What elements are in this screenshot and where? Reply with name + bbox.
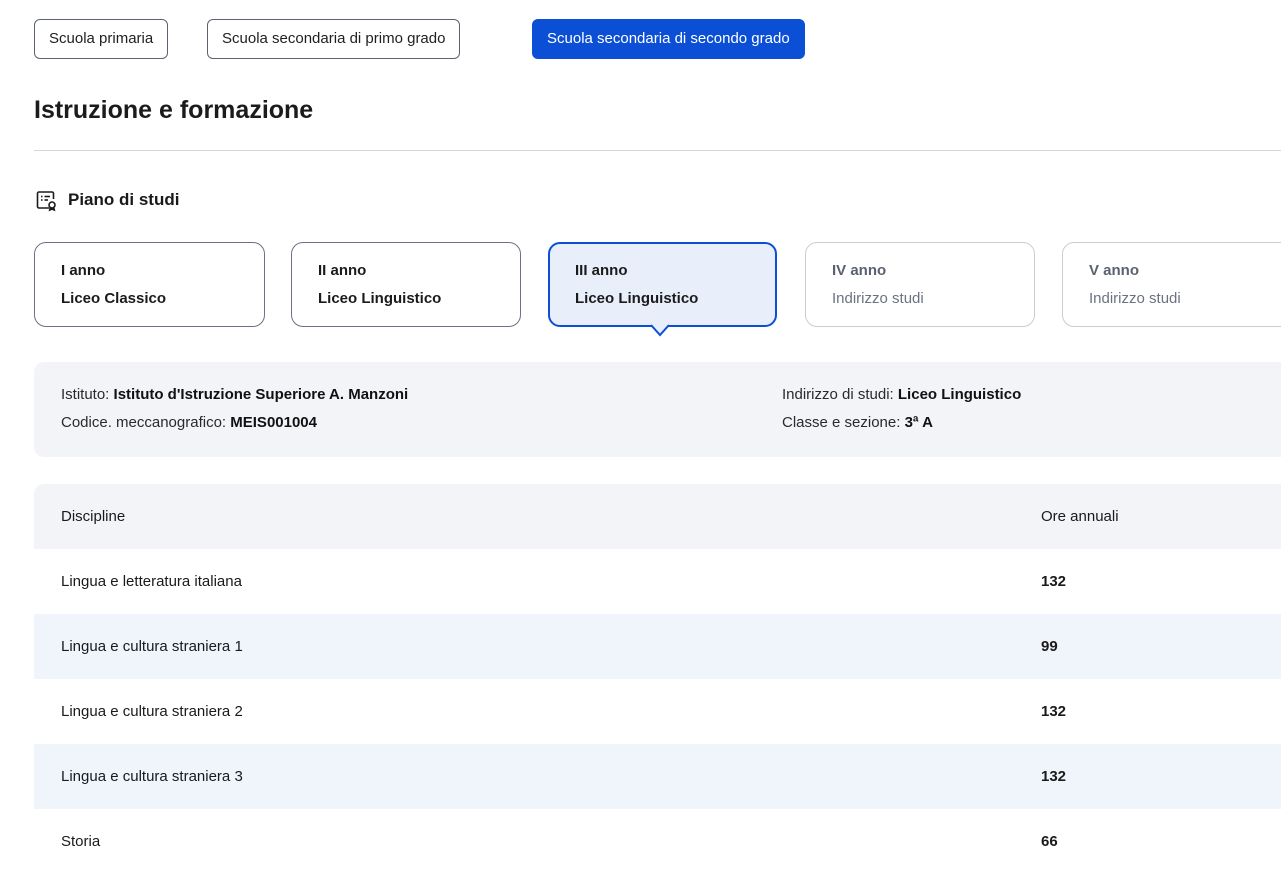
study-plan-title: Piano di studi: [68, 190, 180, 209]
divider: [34, 150, 1281, 151]
track-value: Liceo Linguistico: [897, 386, 1022, 403]
year-course: Liceo Linguistico: [318, 290, 442, 307]
subject-hours: 132: [1041, 703, 1067, 720]
subject-name: Lingua e cultura straniera 2: [61, 703, 243, 720]
table-row: Lingua e cultura straniera 2 132: [34, 679, 1281, 744]
year-label: IV anno: [832, 262, 887, 279]
filter-scuola-secondaria-primo-grado[interactable]: Scuola secondaria di primo grado: [207, 19, 461, 59]
institute-row: Istituto: Istituto d'Istruzione Superior…: [61, 386, 408, 403]
filter-scuola-secondaria-secondo-grado[interactable]: Scuola secondaria di secondo grado: [532, 19, 805, 59]
school-info-panel: Istituto: Istituto d'Istruzione Superior…: [34, 362, 1281, 457]
subject-name: Lingua e letteratura italiana: [61, 573, 242, 590]
year-card-1[interactable]: I anno Liceo Classico: [34, 242, 265, 327]
year-label: III anno: [575, 262, 628, 279]
subject-hours: 132: [1041, 768, 1067, 785]
year-label: II anno: [318, 262, 367, 279]
track-row: Indirizzo di studi: Liceo Linguistico: [782, 386, 1021, 403]
table-row: Lingua e letteratura italiana 132: [34, 549, 1281, 614]
institute-label: Istituto:: [61, 386, 110, 403]
subject-name: Storia: [61, 833, 101, 850]
year-label: I anno: [61, 262, 106, 279]
filter-scuola-primaria[interactable]: Scuola primaria: [34, 19, 169, 59]
table-header: Discipline Ore annuali: [34, 484, 1281, 549]
study-plan-heading: Piano di studi: [34, 188, 179, 212]
year-card-4[interactable]: IV anno Indirizzo studi: [805, 242, 1035, 327]
year-course: Indirizzo studi: [1089, 290, 1181, 307]
year-card-3[interactable]: III anno Liceo Linguistico: [548, 242, 777, 327]
study-plan-icon: [34, 188, 58, 212]
code-row: Codice. meccanografico: MEIS001004: [61, 414, 317, 431]
active-card-pointer: [651, 323, 669, 337]
subjects-table: Discipline Ore annuali Lingua e letterat…: [34, 484, 1281, 874]
year-card-5[interactable]: V anno Indirizzo studi: [1062, 242, 1281, 327]
subject-hours: 99: [1041, 638, 1058, 655]
subject-name: Lingua e cultura straniera 3: [61, 768, 243, 785]
subject-name: Lingua e cultura straniera 1: [61, 638, 243, 655]
subject-hours: 132: [1041, 573, 1067, 590]
table-row: Storia 66: [34, 809, 1281, 874]
table-row: Lingua e cultura straniera 1 99: [34, 614, 1281, 679]
header-hours: Ore annuali: [1041, 508, 1119, 525]
subject-hours: 66: [1041, 833, 1058, 850]
class-label: Classe e sezione:: [782, 414, 901, 431]
institute-value: Istituto d'Istruzione Superiore A. Manzo…: [113, 386, 409, 403]
table-row: Lingua e cultura straniera 3 132: [34, 744, 1281, 809]
year-card-2[interactable]: II anno Liceo Linguistico: [291, 242, 521, 327]
year-course: Indirizzo studi: [832, 290, 924, 307]
code-value: MEIS001004: [230, 414, 317, 431]
class-row: Classe e sezione: 3ª A: [782, 414, 933, 431]
code-label: Codice. meccanografico:: [61, 414, 227, 431]
year-label: V anno: [1089, 262, 1140, 279]
class-value: 3ª A: [904, 414, 933, 431]
year-course: Liceo Classico: [61, 290, 167, 307]
year-course: Liceo Linguistico: [575, 290, 699, 307]
track-label: Indirizzo di studi:: [782, 386, 894, 403]
page-title: Istruzione e formazione: [34, 96, 314, 124]
header-discipline: Discipline: [61, 508, 126, 525]
